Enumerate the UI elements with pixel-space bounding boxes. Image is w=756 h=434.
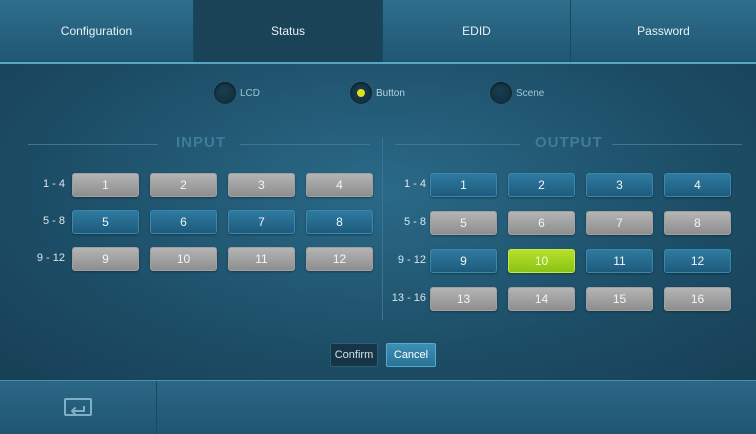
radio-lcd[interactable] [214, 82, 236, 104]
tab-bar: Configuration Status EDID Password [0, 0, 756, 64]
input-title-line-left [28, 144, 158, 145]
input-button-9[interactable]: 9 [72, 247, 139, 271]
input-button-8[interactable]: 8 [306, 210, 373, 234]
output-title-line-left [395, 144, 520, 145]
return-icon [64, 397, 92, 416]
input-title-line-right [240, 144, 370, 145]
radio-scene[interactable] [490, 82, 512, 104]
radio-button[interactable] [350, 82, 372, 104]
output-button-14[interactable]: 14 [508, 287, 575, 311]
output-button-10[interactable]: 10 [508, 249, 575, 273]
input-button-5[interactable]: 5 [72, 210, 139, 234]
mode-scene-label: Scene [516, 87, 545, 99]
input-button-6[interactable]: 6 [150, 210, 217, 234]
output-button-6[interactable]: 6 [508, 211, 575, 235]
cancel-button[interactable]: Cancel [386, 343, 436, 367]
input-button-7[interactable]: 7 [228, 210, 295, 234]
input-button-10[interactable]: 10 [150, 247, 217, 271]
tab-status[interactable]: Status [194, 0, 383, 62]
output-button-4[interactable]: 4 [664, 173, 731, 197]
tab-password[interactable]: Password [571, 0, 756, 62]
tab-configuration[interactable]: Configuration [0, 0, 194, 62]
output-button-7[interactable]: 7 [586, 211, 653, 235]
input-button-12[interactable]: 12 [306, 247, 373, 271]
input-button-2[interactable]: 2 [150, 173, 217, 197]
output-title-line-right [612, 144, 742, 145]
output-row-label: 9 - 12 [397, 254, 426, 266]
output-button-12[interactable]: 12 [664, 249, 731, 273]
tab-edid[interactable]: EDID [383, 0, 571, 62]
output-row-label: 5 - 8 [403, 216, 426, 228]
input-row-label: 9 - 12 [36, 252, 65, 264]
output-button-5[interactable]: 5 [430, 211, 497, 235]
input-button-3[interactable]: 3 [228, 173, 295, 197]
output-title: OUTPUT [535, 134, 603, 151]
mode-scene[interactable]: Scene [490, 82, 544, 104]
output-button-3[interactable]: 3 [586, 173, 653, 197]
input-row-label: 5 - 8 [42, 215, 65, 227]
status-panel: LCD Button Scene INPUT OUTPUT 1 - 412345… [0, 64, 756, 380]
output-button-2[interactable]: 2 [508, 173, 575, 197]
output-button-16[interactable]: 16 [664, 287, 731, 311]
output-button-1[interactable]: 1 [430, 173, 497, 197]
output-row-label: 13 - 16 [391, 292, 426, 304]
input-button-11[interactable]: 11 [228, 247, 295, 271]
output-button-15[interactable]: 15 [586, 287, 653, 311]
bottom-bar [0, 380, 756, 434]
mode-selector: LCD Button Scene [0, 82, 756, 106]
input-row-label: 1 - 4 [42, 178, 65, 190]
output-button-11[interactable]: 11 [586, 249, 653, 273]
mode-lcd-label: LCD [240, 87, 261, 99]
input-button-1[interactable]: 1 [72, 173, 139, 197]
mode-button-label: Button [376, 87, 405, 99]
output-button-13[interactable]: 13 [430, 287, 497, 311]
input-title: INPUT [176, 134, 226, 151]
output-button-8[interactable]: 8 [664, 211, 731, 235]
output-row-label: 1 - 4 [403, 178, 426, 190]
output-button-9[interactable]: 9 [430, 249, 497, 273]
return-button[interactable] [0, 381, 157, 434]
input-button-4[interactable]: 4 [306, 173, 373, 197]
confirm-button[interactable]: Confirm [330, 343, 378, 367]
mode-button[interactable]: Button [350, 82, 405, 104]
mode-lcd[interactable]: LCD [214, 82, 260, 104]
